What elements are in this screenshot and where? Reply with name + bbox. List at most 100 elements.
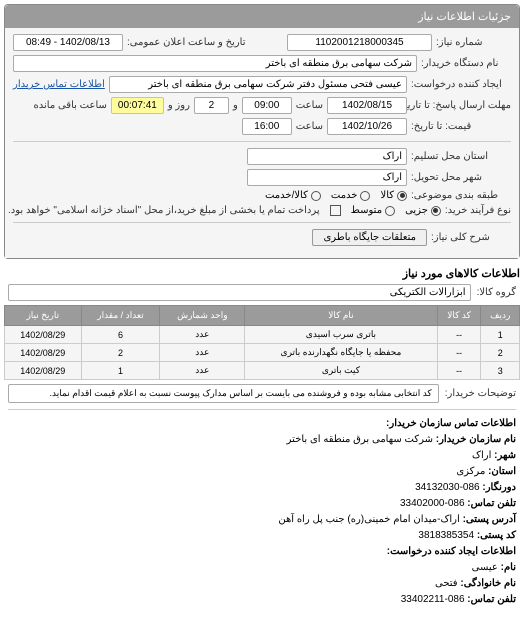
- separator-3: [8, 409, 516, 410]
- province-label: استان محل تسلیم:: [411, 151, 511, 162]
- group-input[interactable]: [8, 284, 471, 301]
- separator-1: [13, 141, 511, 142]
- process-radio-group: جزیی متوسط پرداخت تمام یا بخشی از مبلغ خ…: [8, 205, 441, 216]
- buyer-desc-label: توضیحات خریدار:: [445, 388, 516, 399]
- contact-province-value: مرکزی: [456, 466, 485, 477]
- panel-body: شماره نیاز: تاریخ و ساعت اعلان عمومی: نا…: [5, 28, 519, 258]
- radio-dot-icon: [431, 206, 441, 216]
- th-code: کد کالا: [437, 306, 481, 326]
- cell-unit: عدد: [160, 362, 245, 380]
- cell-code: --: [437, 344, 481, 362]
- need-title-button[interactable]: متعلقات جایگاه باطری: [312, 229, 427, 246]
- radio-goods[interactable]: کالا: [380, 190, 407, 201]
- radio-dot-icon: [385, 206, 395, 216]
- goods-section-title: اطلاعات کالاهای مورد نیاز: [4, 267, 520, 280]
- cell-code: --: [437, 362, 481, 380]
- buyer-org-input[interactable]: [13, 55, 417, 72]
- process-label: نوع فرآیند خرید:: [445, 205, 511, 216]
- phone-value: 086-33402000: [400, 498, 465, 509]
- deadline-label: مهلت ارسال پاسخ: تا تاریخ:: [411, 100, 511, 111]
- cell-qty: 1: [81, 362, 160, 380]
- contact-section-title: اطلاعات تماس سازمان خریدار:: [8, 416, 516, 432]
- radio-dot-icon: [311, 191, 321, 201]
- fax-value: 086-34132030: [415, 482, 480, 493]
- contact-city-label: شهر:: [494, 450, 516, 461]
- tel-value: 086-33402211: [401, 594, 465, 605]
- group-label: گروه کالا:: [477, 287, 516, 298]
- city-input[interactable]: [247, 169, 407, 186]
- need-title-label: شرح کلی نیاز:: [431, 232, 511, 243]
- th-unit: واحد شمارش: [160, 306, 245, 326]
- publish-datetime[interactable]: [13, 34, 123, 51]
- radio-service[interactable]: خدمت: [331, 190, 371, 201]
- table-row[interactable]: 3--کیت باتریعدد11402/08/29: [5, 362, 520, 380]
- radio-small[interactable]: جزیی: [405, 205, 441, 216]
- cell-unit: عدد: [160, 326, 245, 344]
- panel-title: جزئیات اطلاعات نیاز: [5, 5, 519, 28]
- cell-unit: عدد: [160, 344, 245, 362]
- fax-label: دورنگار:: [482, 482, 516, 493]
- radio-dot-icon: [360, 191, 370, 201]
- th-qty: تعداد / مقدار: [81, 306, 160, 326]
- tel-label: تلفن تماس:: [467, 594, 516, 605]
- radio-dot-icon: [397, 191, 407, 201]
- remaining-mid: روز و: [168, 100, 190, 111]
- cell-row: 3: [481, 362, 520, 380]
- treasury-checkbox[interactable]: [330, 205, 341, 216]
- last-label: نام خانوادگی:: [460, 578, 516, 589]
- contact-link[interactable]: اطلاعات تماس خریدار: [13, 79, 105, 90]
- time-label-1: ساعت: [296, 100, 323, 111]
- cell-qty: 6: [81, 326, 160, 344]
- creator-label: ایجاد کننده درخواست:: [411, 79, 511, 90]
- last-value: فتحی: [435, 578, 458, 589]
- cell-name: باتری سرب اسیدی: [245, 326, 437, 344]
- req-creator-title: اطلاعات ایجاد کننده درخواست:: [8, 544, 516, 560]
- remaining-days[interactable]: [194, 97, 229, 114]
- cell-date: 1402/08/29: [5, 362, 82, 380]
- buyer-org-label: نام دستگاه خریدار:: [421, 58, 511, 69]
- address-label: آدرس پستی:: [463, 514, 516, 525]
- cell-date: 1402/08/29: [5, 326, 82, 344]
- buyer-desc-box: کد انتخابی مشابه بوده و فروشنده می بایست…: [8, 384, 439, 403]
- contact-city-value: اراک: [472, 450, 491, 461]
- need-no-label: شماره نیاز:: [436, 37, 511, 48]
- first-value: عیسی: [472, 562, 498, 573]
- publish-label: تاریخ و ساعت اعلان عمومی:: [127, 37, 246, 48]
- cell-name: محفظه یا جایگاه نگهدارنده باتری: [245, 344, 437, 362]
- deadline-date[interactable]: [327, 97, 407, 114]
- province-input[interactable]: [247, 148, 407, 165]
- creator-input[interactable]: [109, 76, 407, 93]
- phone-label: تلفن تماس:: [467, 498, 516, 509]
- remaining-suffix: ساعت باقی مانده: [34, 100, 107, 111]
- cell-qty: 2: [81, 344, 160, 362]
- th-date: تاریخ نیاز: [5, 306, 82, 326]
- radio-goods-service[interactable]: کالا/خدمت: [265, 190, 321, 201]
- cell-name: کیت باتری: [245, 362, 437, 380]
- org-value: شرکت سهامی برق منطقه ای باختر: [287, 434, 433, 445]
- first-label: نام:: [501, 562, 516, 573]
- cell-code: --: [437, 326, 481, 344]
- table-row[interactable]: 2--محفظه یا جایگاه نگهدارنده باتریعدد214…: [5, 344, 520, 362]
- price-until-label: قیمت: تا تاریخ:: [411, 121, 511, 132]
- remaining-prefix: و: [233, 100, 238, 111]
- category-radio-group: کالا خدمت کالا/خدمت: [265, 190, 407, 201]
- org-label: نام سازمان خریدار:: [436, 434, 516, 445]
- price-until-date[interactable]: [327, 118, 407, 135]
- th-name: نام کالا: [245, 306, 437, 326]
- postcode-label: کد پستی:: [477, 530, 516, 541]
- table-row[interactable]: 1--باتری سرب اسیدیعدد61402/08/29: [5, 326, 520, 344]
- radio-medium[interactable]: متوسط: [351, 205, 395, 216]
- time-label-2: ساعت: [296, 121, 323, 132]
- cell-row: 2: [481, 344, 520, 362]
- need-no-input[interactable]: [287, 34, 432, 51]
- details-panel: جزئیات اطلاعات نیاز شماره نیاز: تاریخ و …: [4, 4, 520, 259]
- deadline-time[interactable]: [242, 97, 292, 114]
- separator-2: [13, 222, 511, 223]
- city-label: شهر محل تحویل:: [411, 172, 511, 183]
- price-until-time[interactable]: [242, 118, 292, 135]
- remaining-time: 00:07:41: [111, 97, 164, 114]
- th-row: ردیف: [481, 306, 520, 326]
- category-label: طبقه بندی موضوعی:: [411, 190, 511, 201]
- contact-info-block: اطلاعات تماس سازمان خریدار: نام سازمان خ…: [8, 416, 516, 608]
- contact-province-label: استان:: [488, 466, 516, 477]
